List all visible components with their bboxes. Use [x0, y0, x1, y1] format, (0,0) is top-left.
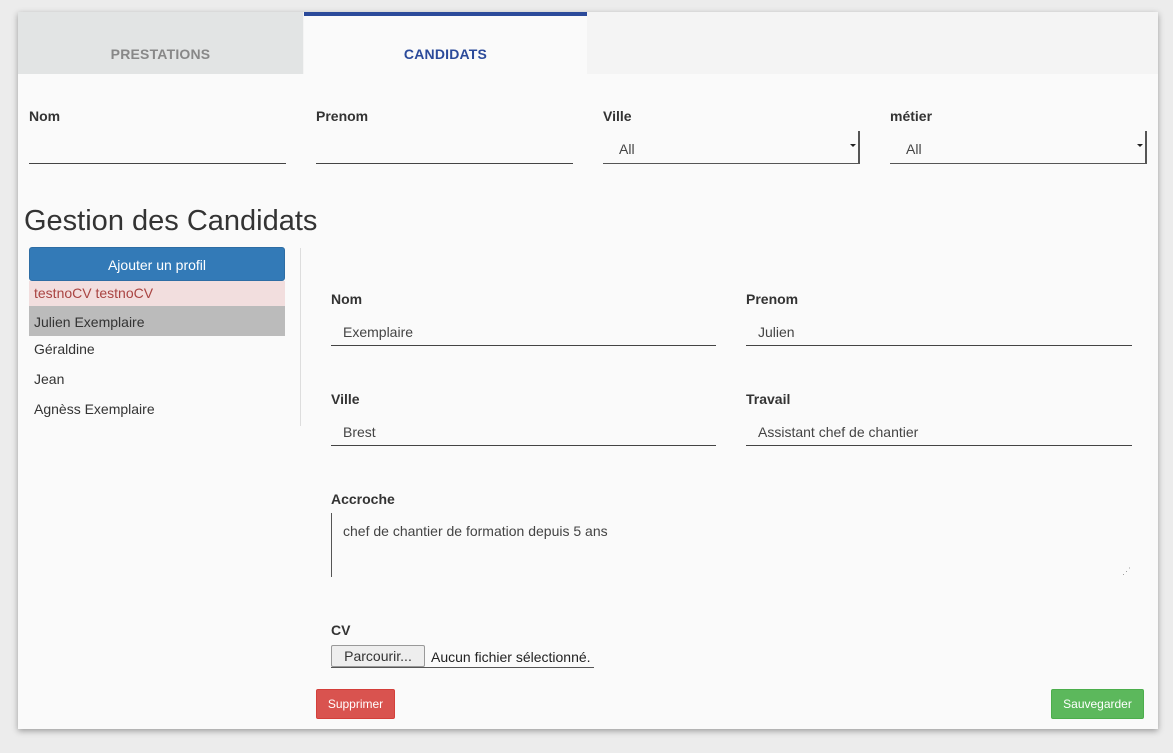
detail-nom-value: Exemplaire — [343, 324, 414, 340]
filter-metier-label: métier — [890, 108, 933, 124]
tab-bar: PRESTATIONS CANDIDATS — [18, 12, 1158, 74]
accroche-textarea[interactable]: chef de chantier de formation depuis 5 a… — [331, 513, 1131, 577]
profile-item-selected[interactable]: Julien Exemplaire — [29, 306, 285, 336]
detail-ville-value: Brest — [343, 424, 376, 440]
filter-nom-input[interactable] — [29, 142, 286, 164]
file-input-underline — [331, 667, 594, 668]
detail-travail-input[interactable]: Assistant chef de chantier — [746, 424, 1132, 446]
profile-list: testnoCV testnoCV Julien Exemplaire Géra… — [29, 281, 285, 426]
accroche-value: chef de chantier de formation depuis 5 a… — [343, 523, 608, 539]
no-file-status: Aucun fichier sélectionné. — [431, 649, 591, 665]
tab-prestations[interactable]: PRESTATIONS — [18, 12, 303, 74]
filter-prenom-input[interactable] — [316, 142, 573, 164]
profile-item[interactable]: Jean — [29, 366, 285, 396]
detail-ville-input[interactable]: Brest — [331, 424, 716, 446]
filter-ville-select[interactable]: All — [603, 131, 860, 164]
filter-metier-value: All — [906, 141, 922, 157]
profile-item[interactable]: testnoCV testnoCV — [29, 281, 285, 306]
page-title: Gestion des Candidats — [24, 205, 318, 237]
dropdown-arrow-icon — [1137, 144, 1143, 147]
detail-travail-value: Assistant chef de chantier — [758, 424, 919, 440]
filter-metier-select[interactable]: All — [890, 131, 1147, 164]
dropdown-arrow-icon — [850, 144, 856, 147]
add-profile-button[interactable]: Ajouter un profil — [29, 247, 285, 281]
resize-grip-icon[interactable]: ⋰ — [1122, 566, 1131, 577]
cv-label: CV — [331, 622, 351, 638]
profile-item[interactable]: Agnèss Exemplaire — [29, 396, 285, 426]
profile-item[interactable]: Géraldine — [29, 336, 285, 366]
divider — [300, 248, 301, 426]
candidates-panel: PRESTATIONS CANDIDATS Nom Prenom Ville A… — [18, 12, 1158, 729]
filter-ville-label: Ville — [603, 108, 632, 124]
detail-prenom-label: Prenom — [746, 291, 799, 307]
browse-file-button[interactable]: Parcourir... — [331, 645, 425, 667]
filter-prenom-label: Prenom — [316, 108, 369, 124]
delete-button[interactable]: Supprimer — [316, 689, 395, 719]
detail-nom-input[interactable]: Exemplaire — [331, 324, 716, 346]
detail-travail-label: Travail — [746, 391, 791, 407]
tab-candidats[interactable]: CANDIDATS — [304, 12, 587, 74]
filter-nom-label: Nom — [29, 108, 61, 124]
detail-prenom-input[interactable]: Julien — [746, 324, 1132, 346]
detail-nom-label: Nom — [331, 291, 363, 307]
save-button[interactable]: Sauvegarder — [1051, 689, 1144, 719]
detail-accroche-label: Accroche — [331, 491, 395, 507]
detail-prenom-value: Julien — [758, 324, 795, 340]
detail-ville-label: Ville — [331, 391, 360, 407]
filter-ville-value: All — [619, 141, 635, 157]
